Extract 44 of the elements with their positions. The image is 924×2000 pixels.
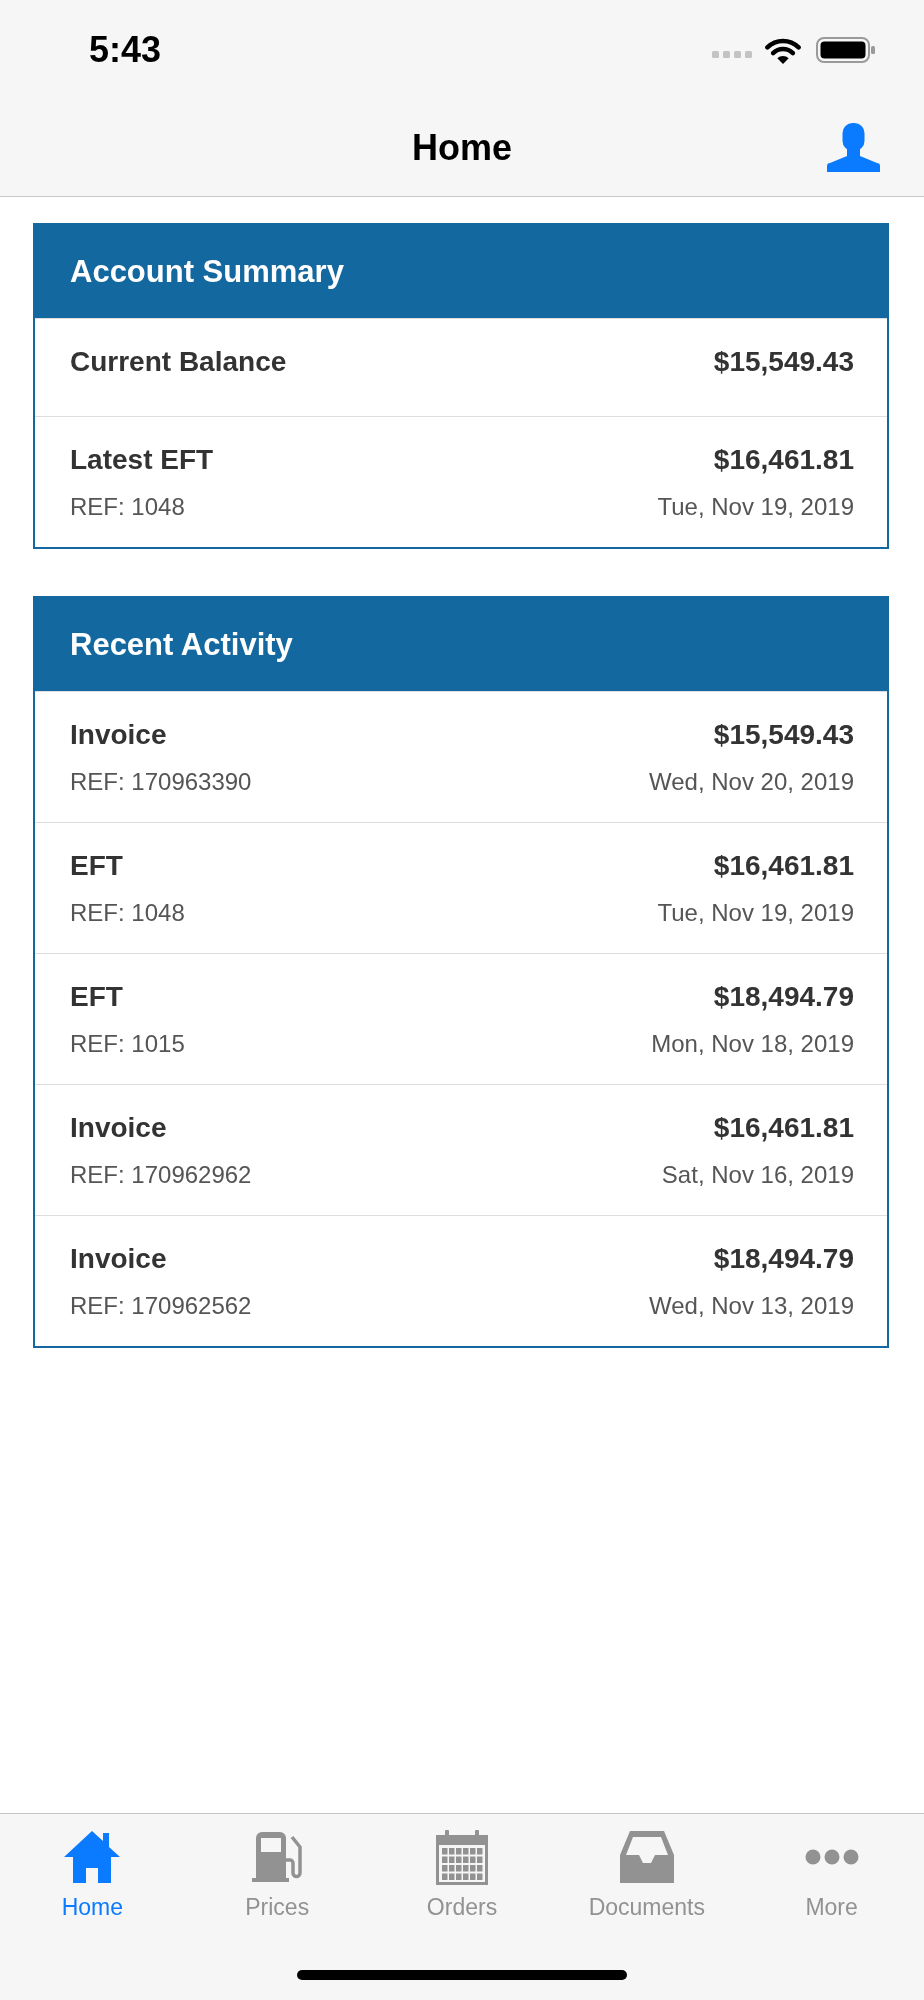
inbox-tray-icon (619, 1831, 674, 1883)
tab-button[interactable]: Prices (241, 1831, 314, 1921)
status-time: 5:43 (89, 30, 162, 70)
person-icon[interactable] (827, 122, 880, 172)
tab-button[interactable]: Documents (584, 1831, 709, 1921)
reference-text: REF: 1048 (70, 492, 186, 522)
reference-text: REF: 170962562 (70, 1291, 253, 1321)
reference-text: REF: 1048 (70, 898, 186, 928)
date-text: Wed, Nov 13, 2019 (648, 1291, 854, 1321)
tab-button[interactable]: Home (57, 1831, 128, 1921)
signal-icon (712, 50, 752, 58)
reference-text: REF: 170963390 (70, 767, 253, 797)
fuel-pump-icon (252, 1832, 303, 1882)
item-label: Invoice (70, 1242, 168, 1276)
page-title: Home (412, 127, 512, 169)
item-label: Current Balance (70, 345, 288, 379)
item-label: Invoice (70, 718, 168, 752)
item-label: EFT (70, 980, 124, 1014)
item-label: EFT (70, 849, 124, 883)
item-amount: $16,461.81 (713, 849, 854, 883)
item-amount: $15,549.43 (713, 718, 854, 752)
reference-text: REF: 1015 (70, 1029, 186, 1059)
card-title: Account Summary (70, 253, 344, 290)
battery-icon (816, 37, 875, 63)
date-text: Wed, Nov 20, 2019 (648, 767, 854, 797)
item-label: Latest EFT (70, 443, 215, 477)
item-amount: $18,494.79 (713, 1242, 854, 1276)
tab-button[interactable]: More (800, 1831, 863, 1921)
item-amount: $15,549.43 (713, 345, 854, 379)
house-icon (64, 1831, 121, 1883)
calendar-icon (436, 1829, 488, 1885)
wifi-icon (765, 36, 801, 64)
item-amount: $16,461.81 (713, 1111, 854, 1145)
reference-text: REF: 170962962 (70, 1160, 253, 1190)
card-title: Recent Activity (70, 626, 293, 663)
date-text: Tue, Nov 19, 2019 (657, 898, 854, 928)
date-text: Mon, Nov 18, 2019 (651, 1029, 854, 1059)
item-amount: $16,461.81 (713, 443, 854, 477)
date-text: Tue, Nov 19, 2019 (657, 492, 854, 522)
item-amount: $18,494.79 (713, 980, 854, 1014)
date-text: Sat, Nov 16, 2019 (661, 1160, 854, 1190)
tab-button[interactable]: Orders (422, 1831, 502, 1921)
ellipsis-icon (804, 1849, 859, 1865)
item-label: Invoice (70, 1111, 168, 1145)
